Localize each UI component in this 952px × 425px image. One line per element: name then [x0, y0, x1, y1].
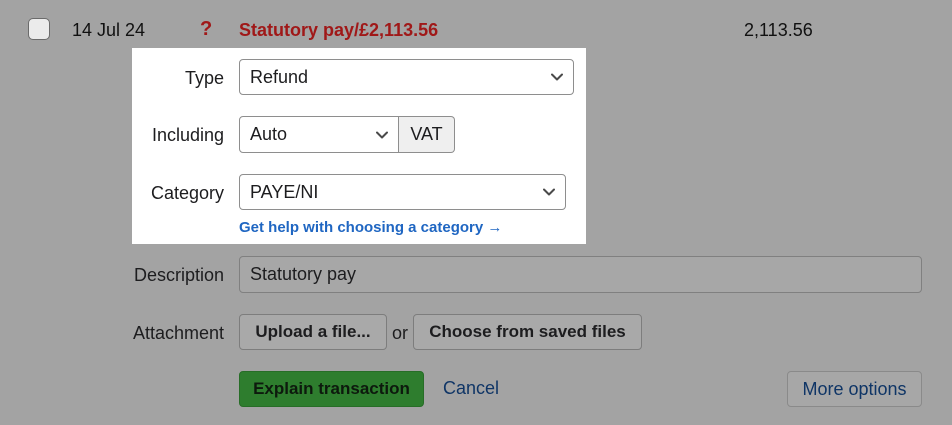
attachment-label: Attachment [132, 323, 224, 343]
category-help-link[interactable]: Get help with choosing a category → [239, 219, 502, 236]
transaction-amount: 2,113.56 [744, 20, 813, 40]
explain-transaction-button[interactable]: Explain transaction [239, 371, 424, 407]
description-input[interactable]: Statutory pay [239, 256, 922, 293]
type-label: Type [184, 68, 224, 88]
category-select[interactable]: PAYE/NI [239, 174, 566, 210]
transaction-date: 14 Jul 24 [72, 20, 146, 40]
including-label: Including [151, 125, 224, 145]
description-value: Statutory pay [250, 264, 357, 284]
attachment-or-text: or [392, 323, 409, 343]
including-select-value: Auto [250, 124, 288, 144]
description-label: Description [133, 265, 224, 285]
unexplained-marker: ? [200, 18, 213, 40]
category-select-value: PAYE/NI [250, 181, 319, 202]
cancel-link[interactable]: Cancel [443, 378, 499, 399]
chevron-down-icon [376, 131, 388, 139]
vat-addon: VAT [399, 116, 455, 153]
more-options-button[interactable]: More options [787, 371, 922, 407]
row-checkbox[interactable] [28, 18, 50, 40]
including-select[interactable]: Auto [239, 116, 399, 153]
chevron-down-icon [551, 73, 563, 81]
type-select-value: Refund [250, 66, 309, 87]
category-label: Category [150, 183, 224, 203]
type-select[interactable]: Refund [239, 59, 574, 95]
choose-saved-files-button[interactable]: Choose from saved files [413, 314, 642, 350]
transaction-title[interactable]: Statutory pay/£2,113.56 [239, 20, 438, 41]
upload-file-button[interactable]: Upload a file... [239, 314, 387, 350]
chevron-down-icon [543, 188, 555, 196]
